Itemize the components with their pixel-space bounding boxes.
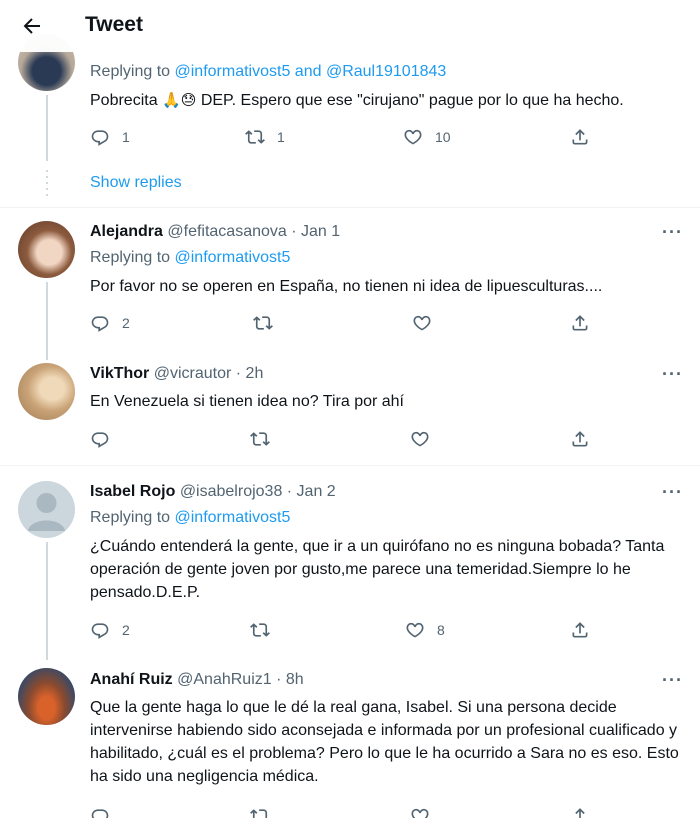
heart-icon [403,127,423,147]
reply-icon [90,806,110,818]
share-icon [570,620,590,640]
thread-line [46,95,48,161]
handle-date: @AnahRuiz1 · 8h [177,671,304,688]
like-count: 10 [435,129,451,145]
avatar[interactable] [18,363,75,420]
tweet-text: Por favor no se operen en España, no tie… [90,278,603,295]
handle-date: @fefitacasanova · Jan 1 [167,223,341,240]
tweet-text: Pobrecita 🙏😓 DEP. Espero que ese "ciruja… [90,92,624,109]
share-button[interactable] [570,806,590,818]
reply-button[interactable]: 1 [90,127,130,147]
like-count: 8 [437,622,445,638]
thread-dots [46,170,48,196]
tweet-author[interactable]: VikThor @vicrautor · 2h [90,365,263,383]
back-arrow-icon[interactable] [18,12,46,40]
retweet-count: 1 [277,129,285,145]
avatar[interactable] [18,668,75,725]
retweet-icon [253,313,273,333]
show-replies-link[interactable]: Show replies [90,174,182,192]
default-avatar-icon [28,493,65,531]
retweet-icon [245,127,265,147]
like-button[interactable] [410,806,430,818]
retweet-button[interactable] [253,313,273,333]
replying-to: Replying to @informativost5 [90,249,291,266]
heart-icon [410,806,430,818]
like-button[interactable] [412,313,432,333]
tweet-author[interactable]: Isabel Rojo @isabelrojo38 · Jan 2 [90,483,336,501]
share-icon [570,127,590,147]
heart-icon [410,429,430,449]
handle-date: @isabelrojo38 · Jan 2 [179,483,336,500]
reply-button[interactable] [90,429,110,449]
handle-date: @vicrautor · 2h [153,365,264,382]
retweet-button[interactable] [250,806,270,818]
more-options-icon[interactable]: ··· [662,222,683,243]
mention-link[interactable]: @informativost5 [175,249,291,266]
more-options-icon[interactable]: ··· [662,670,683,691]
tweet-text: ¿Cuándo entenderá la gente, que ir a un … [90,538,665,601]
replying-to: Replying to @informativost5 and @Raul191… [90,63,447,80]
like-button[interactable] [410,429,430,449]
share-icon [570,313,590,333]
avatar[interactable] [18,221,75,278]
mention-link[interactable]: @Raul19101843 [326,63,446,80]
reply-button[interactable] [90,806,110,818]
share-button[interactable] [570,313,590,333]
retweet-button[interactable] [250,620,270,640]
divider [0,207,700,208]
reply-button[interactable]: 2 [90,313,130,333]
reply-icon [90,313,110,333]
divider [0,465,700,466]
pray-emoji-icon: 🙏 [162,92,181,109]
tweet-text: En Venezuela si tienen idea no? Tira por… [90,393,404,410]
retweet-icon [250,620,270,640]
share-icon [570,429,590,449]
top-bar: Tweet [0,0,700,52]
reply-icon [90,620,110,640]
mention-link[interactable]: @informativost5 [175,63,291,80]
avatar[interactable] [18,481,75,538]
tweet-author[interactable]: Alejandra @fefitacasanova · Jan 1 [90,223,340,241]
retweet-button[interactable] [250,429,270,449]
heart-icon [405,620,425,640]
display-name: VikThor [90,365,150,382]
reply-button[interactable]: 2 [90,620,130,640]
more-options-icon[interactable]: ··· [662,482,683,503]
reply-count: 2 [122,315,130,331]
reply-icon [90,127,110,147]
share-button[interactable] [570,620,590,640]
reply-icon [90,429,110,449]
replying-to: Replying to @informativost5 [90,509,291,526]
like-button[interactable]: 10 [403,127,451,147]
display-name: Alejandra [90,223,163,240]
share-icon [570,806,590,818]
more-options-icon[interactable]: ··· [662,364,683,385]
thread-line [46,542,48,660]
share-button[interactable] [570,127,590,147]
share-button[interactable] [570,429,590,449]
thread-line [46,282,48,360]
page-title: Tweet [85,13,143,36]
retweet-icon [250,806,270,818]
display-name: Anahí Ruiz [90,671,173,688]
reply-count: 1 [122,129,130,145]
mention-link[interactable]: @informativost5 [175,509,291,526]
retweet-button[interactable]: 1 [245,127,285,147]
display-name: Isabel Rojo [90,483,176,500]
like-button[interactable]: 8 [405,620,445,640]
reply-count: 2 [122,622,130,638]
tweet-author[interactable]: Anahí Ruiz @AnahRuiz1 · 8h [90,671,304,689]
heart-icon [412,313,432,333]
tweet-text: Que la gente haga lo que le dé la real g… [90,699,679,785]
sad-emoji-icon: 😓 [180,92,197,109]
retweet-icon [250,429,270,449]
